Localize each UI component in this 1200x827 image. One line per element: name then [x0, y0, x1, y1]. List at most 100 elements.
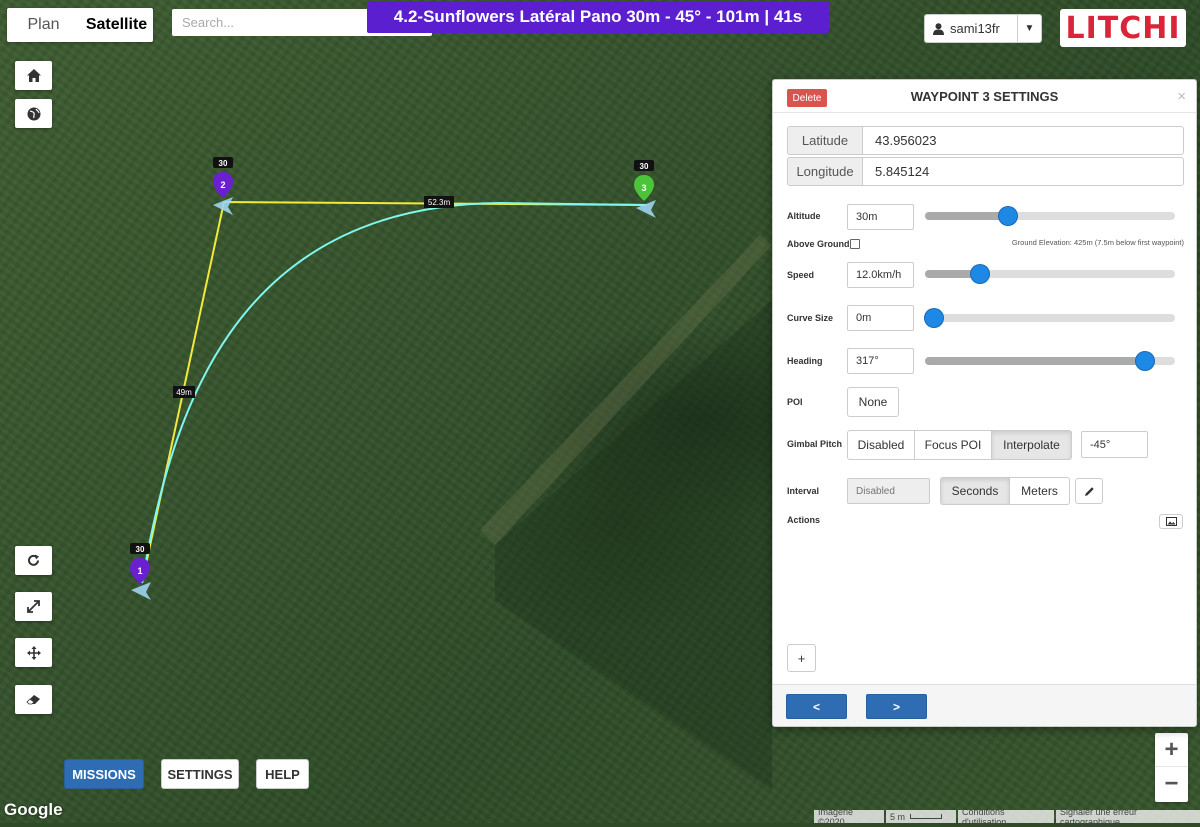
eraser-button[interactable]	[15, 685, 52, 714]
svg-text:30: 30	[136, 545, 145, 554]
interval-input[interactable]	[847, 478, 930, 504]
interval-seconds-option[interactable]: Seconds	[940, 477, 1010, 505]
logo-text: LITCHI	[1065, 10, 1181, 46]
gimbal-pitch-input[interactable]	[1081, 431, 1148, 458]
zoom-control: + −	[1155, 733, 1188, 802]
map-scale: 5 m	[886, 810, 956, 823]
scale-text: 5 m	[890, 811, 906, 822]
gimbal-disabled-option[interactable]: Disabled	[847, 430, 915, 460]
speed-label: Speed	[787, 270, 815, 280]
edit-interval-button[interactable]	[1075, 478, 1103, 504]
gimbal-mode-group: Disabled Focus POI Interpolate	[847, 430, 1072, 460]
panel-footer: < >	[773, 684, 1196, 726]
expand-icon	[27, 600, 40, 613]
heading-slider[interactable]	[925, 352, 1175, 370]
longitude-input[interactable]	[862, 157, 1184, 186]
litchi-logo: LITCHI	[1060, 9, 1186, 47]
above-ground-label: Above Ground	[787, 239, 850, 249]
poi-select-button[interactable]: None	[847, 387, 899, 417]
latitude-label: Latitude	[787, 126, 862, 155]
latitude-input[interactable]	[862, 126, 1184, 155]
map-type-plan[interactable]: Plan	[7, 8, 80, 42]
home-button[interactable]	[15, 61, 52, 90]
scale-bar	[910, 814, 943, 819]
panel-header: Delete WAYPOINT 3 SETTINGS ×	[773, 80, 1196, 113]
map-type-satellite[interactable]: Satellite	[80, 8, 153, 42]
missions-button[interactable]: MISSIONS	[64, 759, 144, 789]
curve-size-input[interactable]	[847, 305, 914, 331]
gimbal-focus-poi-option[interactable]: Focus POI	[914, 430, 992, 460]
previous-waypoint-button[interactable]: <	[786, 694, 847, 719]
terms-link[interactable]: Conditions d'utilisation	[958, 807, 1054, 827]
latitude-row: Latitude	[787, 126, 1184, 155]
panel-title: WAYPOINT 3 SETTINGS	[910, 89, 1059, 104]
longitude-row: Longitude	[787, 157, 1184, 186]
photo-action-button[interactable]	[1159, 514, 1183, 529]
svg-text:1: 1	[137, 566, 142, 576]
user-name: sami13fr	[950, 21, 1000, 36]
ground-elevation-note: Ground Elevation: 425m (7.5m below first…	[1011, 238, 1184, 247]
slider-fill	[925, 357, 1145, 365]
gimbal-interpolate-option[interactable]: Interpolate	[991, 430, 1072, 460]
globe-button[interactable]	[15, 99, 52, 128]
svg-text:30: 30	[640, 162, 649, 171]
waypoint-3-marker[interactable]: 30 3	[634, 160, 656, 218]
move-button[interactable]	[15, 638, 52, 667]
map-type-toggle: Plan Satellite	[7, 8, 153, 42]
slider-handle[interactable]	[925, 309, 943, 327]
waypoint-2-marker[interactable]: 30 2	[213, 157, 233, 215]
waypoint-1-marker[interactable]: 30 1	[130, 543, 151, 600]
expand-button[interactable]	[15, 592, 52, 621]
speed-input[interactable]	[847, 262, 914, 288]
home-icon	[26, 69, 41, 82]
above-ground-checkbox[interactable]	[850, 239, 860, 249]
poi-label: POI	[787, 397, 803, 407]
altitude-slider[interactable]	[925, 207, 1175, 225]
zoom-in-button[interactable]: +	[1155, 733, 1188, 767]
imagery-credit: Imagerie ©2020	[814, 807, 884, 827]
add-action-button[interactable]: +	[787, 644, 816, 672]
user-icon	[933, 22, 944, 35]
close-icon[interactable]: ×	[1177, 88, 1186, 105]
altitude-input[interactable]	[847, 204, 914, 230]
drone-icon	[636, 200, 656, 218]
next-waypoint-button[interactable]: >	[866, 694, 927, 719]
svg-text:30: 30	[219, 159, 228, 168]
speed-slider[interactable]	[925, 265, 1175, 283]
help-button[interactable]: HELP	[256, 759, 309, 789]
refresh-button[interactable]	[15, 546, 52, 575]
report-error-link[interactable]: Signaler une erreur cartographique	[1056, 807, 1200, 827]
slider-handle[interactable]	[1136, 352, 1154, 370]
heading-label: Heading	[787, 356, 823, 366]
google-logo: Google	[4, 800, 63, 819]
mission-title: 4.2-Sunflowers Latéral Pano 30m - 45° - …	[367, 1, 829, 33]
curve-size-label: Curve Size	[787, 313, 834, 323]
svg-text:2: 2	[220, 180, 225, 190]
longitude-label: Longitude	[787, 157, 862, 186]
altitude-label: Altitude	[787, 211, 821, 221]
user-menu[interactable]: sami13fr ▼	[924, 14, 1042, 43]
eraser-icon	[26, 695, 40, 705]
heading-input[interactable]	[847, 348, 914, 374]
actions-label: Actions	[787, 515, 821, 525]
drone-icon	[213, 197, 233, 215]
interval-label: Interval	[787, 486, 820, 496]
curve-size-slider[interactable]	[925, 309, 1175, 327]
slider-handle[interactable]	[971, 265, 989, 283]
interval-unit-group: Seconds Meters	[940, 477, 1070, 505]
drone-icon	[131, 582, 151, 600]
interval-meters-option[interactable]: Meters	[1009, 477, 1070, 505]
gimbal-pitch-label: Gimbal Pitch	[787, 439, 843, 449]
segment-label-1-2: 49m	[173, 386, 195, 398]
move-icon	[26, 645, 41, 660]
waypoint-settings-panel: Delete WAYPOINT 3 SETTINGS × Latitude Lo…	[772, 79, 1197, 727]
zoom-out-button[interactable]: −	[1155, 767, 1188, 801]
chevron-down-icon[interactable]: ▼	[1017, 15, 1041, 42]
pencil-icon	[1084, 486, 1094, 496]
segment-label-2-3: 52.3m	[424, 196, 454, 208]
svg-text:49m: 49m	[176, 388, 192, 397]
svg-text:3: 3	[641, 183, 646, 193]
settings-button[interactable]: SETTINGS	[161, 759, 239, 789]
image-icon	[1165, 517, 1177, 526]
slider-handle[interactable]	[998, 207, 1017, 225]
